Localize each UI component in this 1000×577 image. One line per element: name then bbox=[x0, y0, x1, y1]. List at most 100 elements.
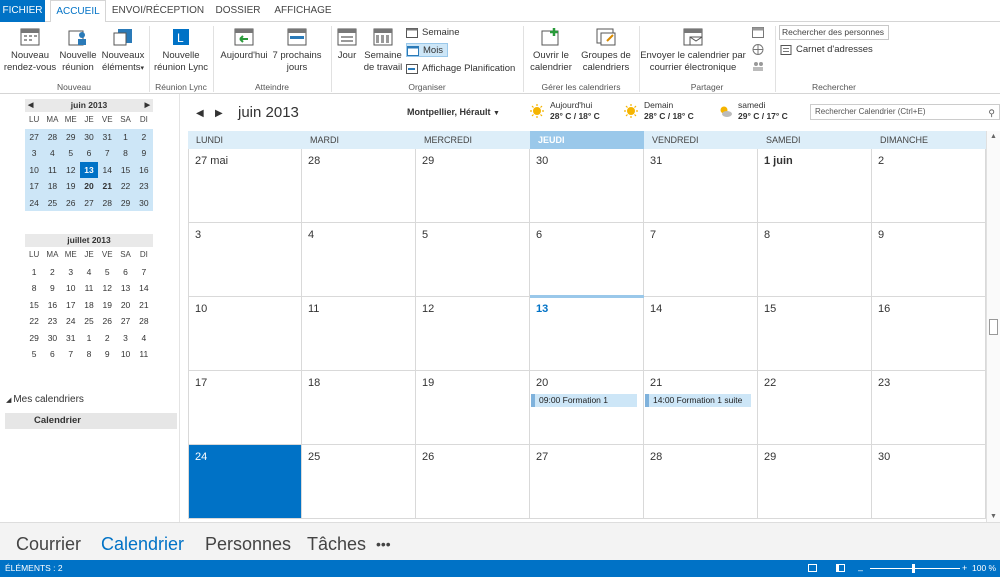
email-calendar-button[interactable]: Envoyer le calendrier par courrier élect… bbox=[640, 27, 746, 74]
calendar-event[interactable]: 09:00 Formation 1 bbox=[531, 394, 637, 407]
mini-calendar-day[interactable]: 17 bbox=[62, 297, 80, 314]
calendar-day-cell[interactable]: 11 bbox=[302, 297, 416, 371]
calendar-search-input[interactable]: Rechercher Calendrier (Ctrl+E) ⚲ bbox=[810, 104, 1000, 120]
mini-calendar-day[interactable]: 1 bbox=[116, 129, 134, 146]
prev-month-arrow-icon[interactable]: ◀ bbox=[196, 108, 204, 119]
mini-calendar-day[interactable]: 16 bbox=[43, 297, 61, 314]
mini-calendar-day[interactable]: 28 bbox=[98, 195, 116, 212]
mini-calendar-day[interactable]: 1 bbox=[80, 330, 98, 347]
vertical-scrollbar[interactable]: ▲ ▼ bbox=[986, 131, 1000, 522]
calendar-day-cell[interactable]: 17 bbox=[188, 371, 302, 445]
mini-calendar-day[interactable]: 4 bbox=[43, 145, 61, 162]
zoom-slider-thumb[interactable] bbox=[912, 564, 915, 573]
mini-calendar-day[interactable]: 7 bbox=[98, 145, 116, 162]
calendar-day-cell[interactable]: 21 bbox=[644, 371, 758, 445]
weather-location[interactable]: Montpellier, Hérault ▼ bbox=[407, 107, 500, 117]
nav-taches[interactable]: Tâches bbox=[307, 534, 366, 555]
mini-calendar-day[interactable]: 13 bbox=[79, 161, 99, 178]
calendar-day-cell[interactable]: 3 bbox=[188, 223, 302, 297]
mini-calendar-day[interactable]: 1 bbox=[25, 264, 43, 281]
calendar-day-cell[interactable]: 15 bbox=[758, 297, 872, 371]
mini-calendar-day[interactable]: 18 bbox=[43, 178, 61, 195]
mini-calendar-day[interactable]: 22 bbox=[25, 313, 43, 330]
calendar-day-cell[interactable]: 28 bbox=[302, 149, 416, 223]
mini-calendar-day[interactable]: 10 bbox=[116, 346, 134, 363]
mini-calendar-day[interactable]: 13 bbox=[116, 280, 134, 297]
mini-calendar-day[interactable]: 6 bbox=[43, 346, 61, 363]
mini-calendar-day[interactable]: 2 bbox=[98, 330, 116, 347]
calendar-day-cell[interactable]: 10 bbox=[188, 297, 302, 371]
calendar-day-cell[interactable]: 31 bbox=[644, 149, 758, 223]
scroll-up-icon[interactable]: ▲ bbox=[990, 133, 997, 140]
mini-calendar-day[interactable]: 25 bbox=[80, 313, 98, 330]
mini-calendar-day[interactable]: 25 bbox=[43, 195, 61, 212]
mini-calendar-day[interactable]: 2 bbox=[43, 264, 61, 281]
mini-calendar-day[interactable]: 8 bbox=[80, 346, 98, 363]
publish-calendar-button[interactable] bbox=[748, 44, 768, 56]
calendar-day-cell[interactable]: 2 bbox=[872, 149, 986, 223]
mini-calendar-day[interactable]: 14 bbox=[98, 162, 116, 179]
mini-calendar-day[interactable]: 27 bbox=[80, 195, 98, 212]
mini-calendar-day[interactable]: 28 bbox=[43, 129, 61, 146]
week-view-button[interactable]: Semaine bbox=[406, 26, 460, 40]
month-view-button[interactable]: Mois bbox=[406, 43, 448, 57]
mini-calendar-day[interactable]: 28 bbox=[135, 313, 153, 330]
zoom-level[interactable]: 100 % bbox=[972, 560, 996, 577]
calendar-day-cell[interactable]: 29 bbox=[416, 149, 530, 223]
mini-calendar-day[interactable]: 5 bbox=[98, 264, 116, 281]
mini-calendar-day[interactable]: 27 bbox=[25, 129, 43, 146]
mini-calendar-day[interactable]: 29 bbox=[116, 195, 134, 212]
calendar-day-cell[interactable]: 13 bbox=[530, 297, 644, 371]
calendar-day-cell[interactable]: 30 bbox=[530, 149, 644, 223]
mini-calendar-day[interactable]: 2 bbox=[135, 129, 153, 146]
today-button[interactable]: Aujourd'hui bbox=[217, 27, 271, 62]
mini-calendar-day[interactable]: 4 bbox=[80, 264, 98, 281]
mini-calendar-day[interactable]: 16 bbox=[135, 162, 153, 179]
mini-calendar-day[interactable]: 3 bbox=[116, 330, 134, 347]
mini-calendar-day[interactable]: 24 bbox=[25, 195, 43, 212]
mini-calendar-day[interactable]: 6 bbox=[80, 145, 98, 162]
calendar-day-cell[interactable]: 27 bbox=[530, 445, 644, 519]
next-7-days-button[interactable]: 7 prochains jours bbox=[271, 27, 323, 74]
tab-accueil[interactable]: ACCUEIL bbox=[50, 0, 106, 23]
tab-envoi-reception[interactable]: ENVOI/RÉCEPTION bbox=[110, 0, 206, 22]
mini-calendar-day[interactable]: 30 bbox=[80, 129, 98, 146]
scroll-down-icon[interactable]: ▼ bbox=[990, 513, 997, 520]
calendar-day-cell[interactable]: 6 bbox=[530, 223, 644, 297]
mini-calendar-day[interactable]: 27 bbox=[116, 313, 134, 330]
calendar-day-cell[interactable]: 25 bbox=[302, 445, 416, 519]
new-appointment-button[interactable]: Nouveau rendez-vous bbox=[3, 27, 57, 74]
open-calendar-button[interactable]: Ouvrir le calendrier bbox=[526, 27, 576, 74]
schedule-view-button[interactable]: Affichage Planification bbox=[406, 62, 515, 76]
mini-calendar-day[interactable]: 31 bbox=[98, 129, 116, 146]
calendar-day-cell[interactable]: 16 bbox=[872, 297, 986, 371]
mini-calendar-day[interactable]: 15 bbox=[25, 297, 43, 314]
calendar-day-cell[interactable]: 30 bbox=[872, 445, 986, 519]
mini-calendar-day[interactable]: 30 bbox=[43, 330, 61, 347]
mini-calendar-day[interactable]: 11 bbox=[135, 346, 153, 363]
mini-calendar-day[interactable]: 11 bbox=[43, 162, 61, 179]
mini-calendar-day[interactable]: 30 bbox=[135, 195, 153, 212]
calendar-groups-button[interactable]: Groupes de calendriers bbox=[578, 27, 634, 74]
calendar-day-cell[interactable]: 14 bbox=[644, 297, 758, 371]
mini-calendar-day[interactable]: 8 bbox=[116, 145, 134, 162]
mini-calendar-day[interactable]: 26 bbox=[98, 313, 116, 330]
calendar-day-cell[interactable]: 8 bbox=[758, 223, 872, 297]
calendar-day-cell[interactable]: 22 bbox=[758, 371, 872, 445]
zoom-slider[interactable] bbox=[870, 568, 960, 569]
calendar-day-cell[interactable]: 1 juin bbox=[758, 149, 872, 223]
mini-calendar-day[interactable]: 23 bbox=[43, 313, 61, 330]
mini-calendar-day[interactable]: 10 bbox=[62, 280, 80, 297]
mini-calendar-day[interactable]: 17 bbox=[25, 178, 43, 195]
mini-calendar-day[interactable]: 10 bbox=[25, 162, 43, 179]
calendar-day-cell[interactable]: 23 bbox=[872, 371, 986, 445]
calendar-day-cell[interactable]: 24 bbox=[188, 445, 302, 519]
mini-calendar-day[interactable]: 8 bbox=[25, 280, 43, 297]
calendar-day-cell[interactable]: 4 bbox=[302, 223, 416, 297]
mini-calendar-day[interactable]: 7 bbox=[135, 264, 153, 281]
mini-calendar-day[interactable]: 21 bbox=[135, 297, 153, 314]
day-view-button[interactable]: Jour bbox=[333, 27, 361, 62]
share-calendar-button[interactable] bbox=[748, 27, 768, 39]
mini-calendar-day[interactable]: 23 bbox=[135, 178, 153, 195]
tab-fichier[interactable]: FICHIER bbox=[0, 0, 45, 22]
